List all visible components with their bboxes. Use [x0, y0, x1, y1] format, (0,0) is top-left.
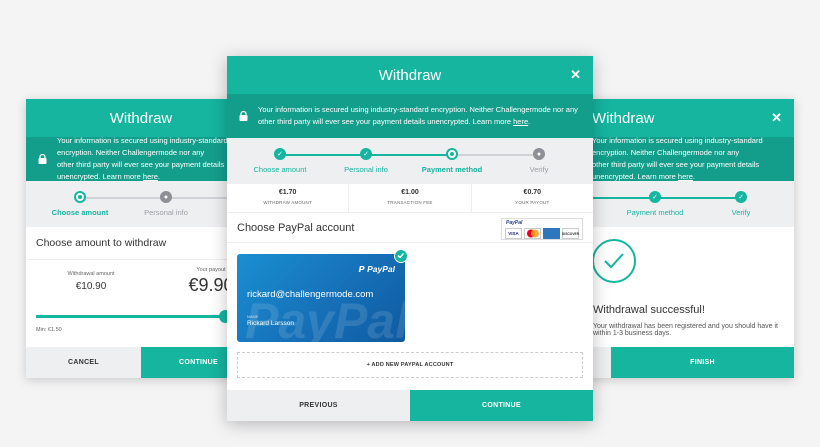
learn-more-link[interactable]: here: [513, 117, 528, 126]
close-icon[interactable]: ✕: [771, 110, 782, 126]
amount-slider-track[interactable]: [36, 315, 225, 318]
withdrawal-amount: Withdrawal amount €10.90: [67, 271, 115, 292]
paypal-section-header: Choose PayPal account PayPal VISA DISCOV…: [227, 213, 593, 243]
step-current-icon: [446, 148, 458, 160]
add-paypal-account-button[interactable]: + ADD NEW PAYPAL ACCOUNT: [237, 352, 583, 378]
security-notice: Your information is secured using indust…: [560, 136, 794, 181]
discover-icon: DISCOVER: [562, 228, 579, 239]
cancel-button[interactable]: CANCEL: [26, 347, 141, 378]
accepted-cards-badge: PayPal VISA DISCOVER: [501, 218, 583, 240]
check-icon: ✓: [360, 148, 372, 160]
withdraw-modal-step1: Withdraw Your information is secured usi…: [26, 99, 256, 378]
check-icon: ✓: [649, 191, 661, 203]
modal-title: Withdraw: [109, 109, 173, 127]
summary-transaction-fee: €1.00 TRANSACTION FEE: [349, 184, 472, 212]
modal-title: Withdraw: [378, 66, 442, 84]
learn-more-link[interactable]: here: [678, 172, 693, 181]
visa-icon: VISA: [505, 228, 522, 239]
lock-icon: [38, 154, 47, 164]
withdraw-summary: €1.70 WITHDRAW AMOUNT €1.00 TRANSACTION …: [227, 184, 593, 213]
check-icon: ✓: [274, 148, 286, 160]
step-verify: ● Verify: [499, 148, 579, 174]
learn-more-link[interactable]: here: [143, 172, 158, 181]
stepper: ✓ Choose amount ✓ Personal info Payment …: [227, 138, 593, 184]
withdraw-modal-success: Withdraw ✕ Your information is secured u…: [560, 99, 794, 378]
previous-button[interactable]: PREVIOUS: [227, 390, 410, 421]
step-personal-info: ✓ Personal info: [326, 148, 406, 174]
stepper: Choose amount ● Personal info: [26, 181, 256, 227]
account-name: Rickard Larsson: [247, 320, 294, 327]
security-notice: Your information is secured using indust…: [26, 136, 256, 181]
summary-your-payout: €0.70 YOUR PAYOUT: [515, 189, 550, 205]
stepper: ✓ Payment method ✓ Verify: [560, 181, 794, 227]
step-personal-info: ● Personal info: [126, 191, 206, 217]
summary-withdraw-amount: €1.70 WITHDRAW AMOUNT: [227, 184, 350, 212]
selected-check-icon: [394, 249, 408, 263]
step-verify: ✓ Verify: [701, 191, 781, 217]
success-check-icon: [592, 239, 636, 283]
mastercard-icon: [524, 228, 541, 239]
account-email: rickard@challengermode.com: [247, 289, 374, 300]
section-title: Choose PayPal account: [237, 222, 355, 234]
modal-header: Withdraw ✕: [560, 99, 794, 137]
paypal-p-icon: 𝙋: [358, 264, 368, 274]
paypal-account-card[interactable]: PayPal 𝙋 PayPal rickard@challengermode.c…: [237, 254, 405, 342]
security-notice: Your information is secured using indust…: [227, 94, 593, 138]
check-icon: ✓: [735, 191, 747, 203]
amex-icon: [543, 228, 560, 239]
account-name-label: NAME: [247, 314, 259, 319]
step-pending-icon: ●: [533, 148, 545, 160]
modal-header: Withdraw: [26, 99, 256, 137]
continue-button[interactable]: CONTINUE: [410, 390, 593, 421]
step-pending-icon: ●: [160, 191, 172, 203]
success-message: Your withdrawal has been registered and …: [593, 323, 778, 337]
close-icon[interactable]: ✕: [570, 67, 581, 83]
success-title: Withdrawal successful!: [593, 304, 705, 316]
withdraw-modal-payment: Withdraw ✕ Your information is secured u…: [227, 56, 593, 421]
step-payment-method: ✓ Payment method: [615, 191, 695, 217]
step-current-icon: [74, 191, 86, 203]
paypal-logo: 𝙋 PayPal: [358, 264, 395, 274]
modal-title: Withdraw: [592, 109, 655, 127]
step-choose-amount: Choose amount: [40, 191, 120, 217]
section-title: Choose amount to withdraw: [26, 227, 256, 260]
lock-icon: [239, 111, 248, 121]
modal-header: Withdraw ✕: [227, 56, 593, 94]
min-amount-label: Min: €1.50: [36, 327, 62, 333]
finish-button[interactable]: FINISH: [611, 347, 794, 378]
step-payment-method: Payment method: [412, 148, 492, 174]
step-choose-amount: ✓ Choose amount: [240, 148, 320, 174]
paypal-logo: PayPal: [506, 220, 523, 226]
